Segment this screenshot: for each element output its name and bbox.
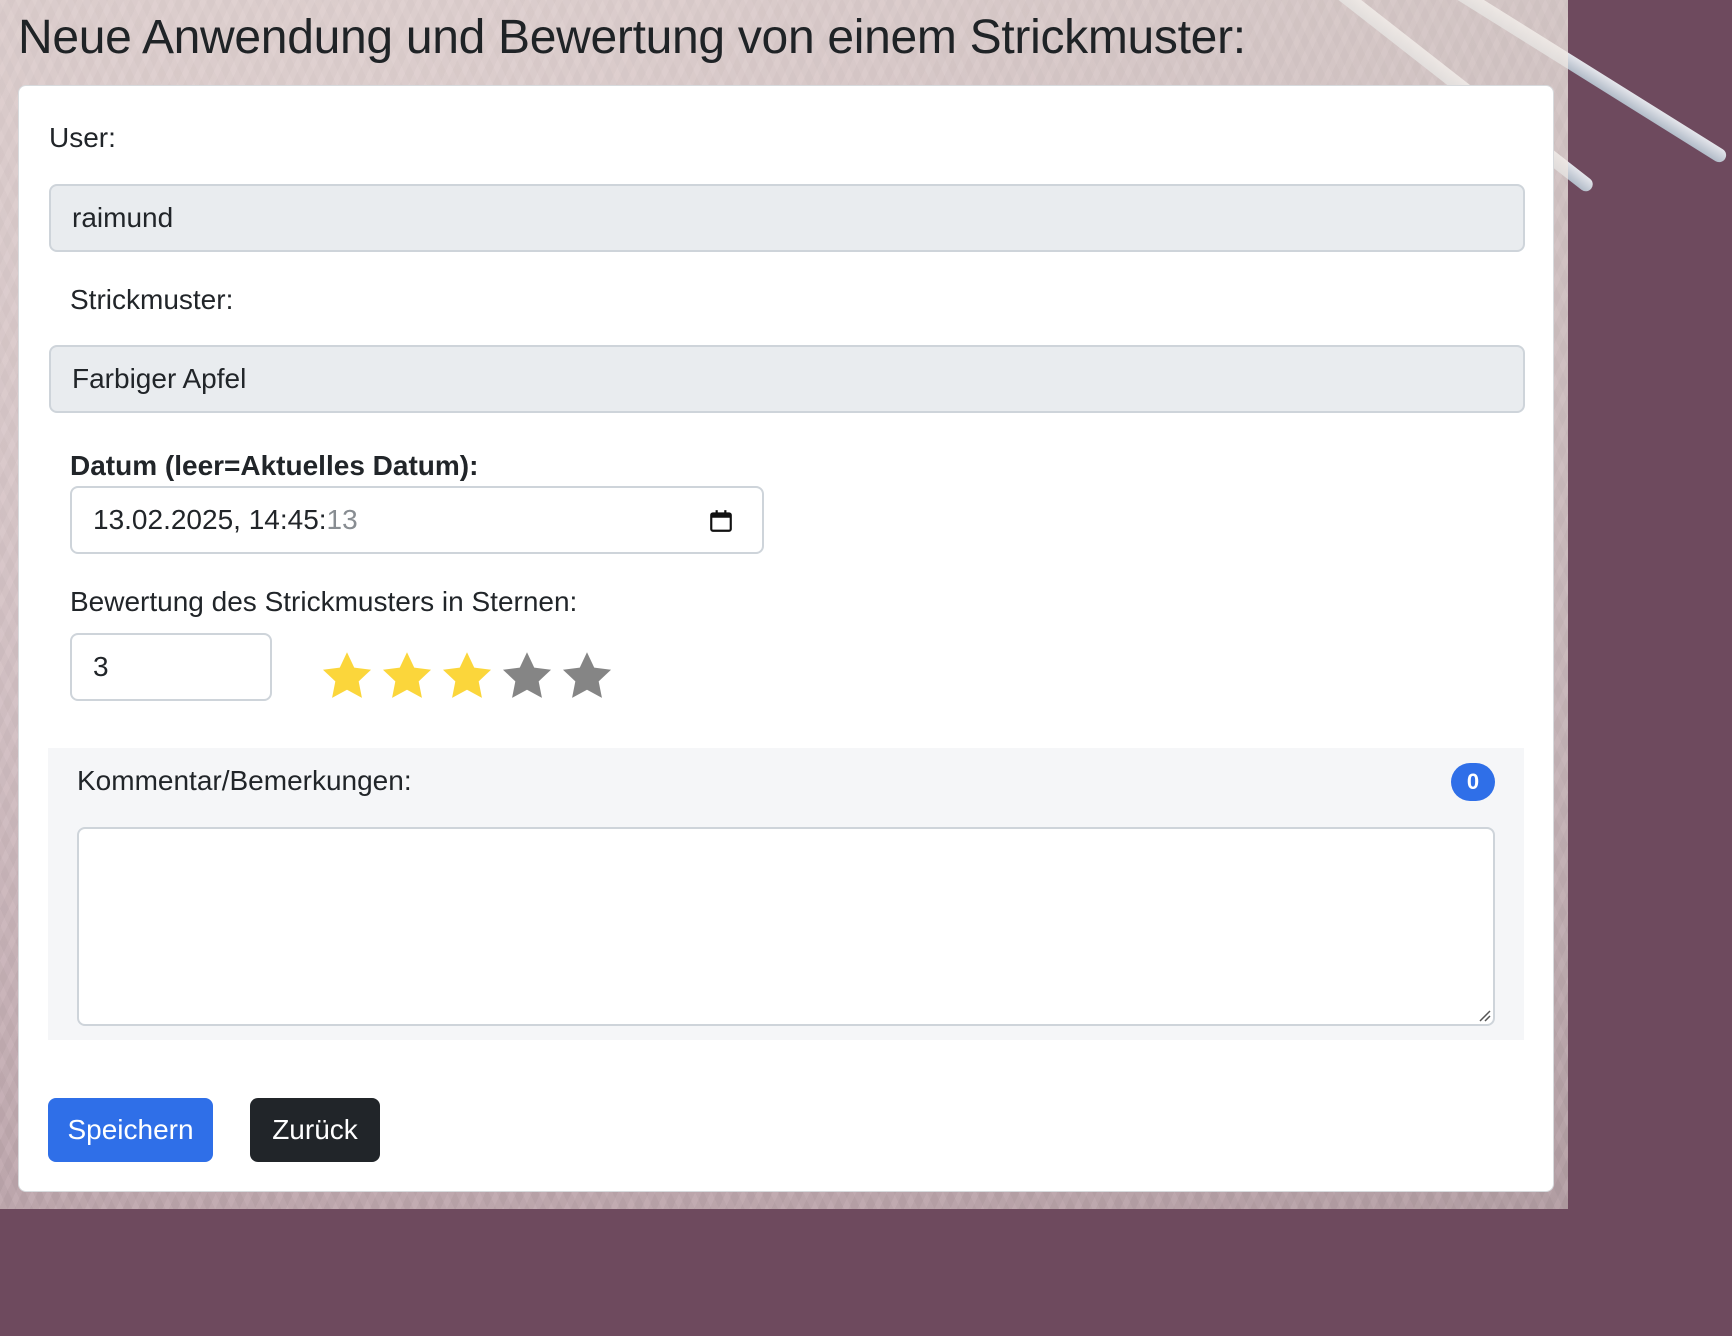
date-input-value: 13.02.2025, 14:45: — [93, 504, 327, 535]
rating-input[interactable]: 3 — [70, 633, 272, 701]
star-filled-icon[interactable] — [438, 648, 496, 704]
pattern-field[interactable]: Farbiger Apfel — [49, 345, 1525, 413]
rating-input-value: 3 — [93, 651, 109, 682]
star-empty-icon[interactable] — [558, 648, 616, 704]
back-button[interactable]: Zurück — [250, 1098, 380, 1162]
calendar-icon[interactable] — [708, 508, 734, 534]
pattern-field-value: Farbiger Apfel — [72, 363, 247, 394]
star-rating[interactable] — [318, 648, 616, 704]
pattern-label: Strickmuster: — [70, 284, 234, 315]
save-button[interactable]: Speichern — [48, 1098, 213, 1162]
comment-textarea[interactable] — [77, 827, 1495, 1026]
resize-grip-icon[interactable] — [1477, 1008, 1491, 1022]
rating-label: Bewertung des Strickmusters in Sternen: — [70, 586, 578, 617]
comment-label: Kommentar/Bemerkungen: — [77, 765, 412, 796]
page-title: Neue Anwendung und Bewertung von einem S… — [18, 11, 1246, 64]
date-input[interactable]: 13.02.2025, 14:45: 13 — [70, 486, 764, 554]
user-field[interactable]: raimund — [49, 184, 1525, 252]
date-label: Datum (leer=Aktuelles Datum): — [70, 450, 479, 481]
comment-section: Kommentar/Bemerkungen: 0 — [48, 748, 1524, 1040]
user-label: User: — [49, 122, 116, 153]
date-input-seconds[interactable]: 13 — [327, 504, 358, 536]
user-field-value: raimund — [72, 202, 174, 233]
comment-count-badge: 0 — [1451, 763, 1495, 801]
star-filled-icon[interactable] — [318, 648, 376, 704]
star-filled-icon[interactable] — [378, 648, 436, 704]
star-empty-icon[interactable] — [498, 648, 556, 704]
